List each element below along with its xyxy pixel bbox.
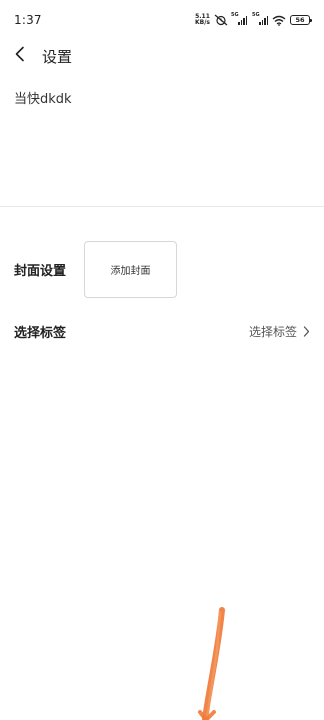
title-text: 当快dkdk bbox=[14, 92, 72, 107]
back-button[interactable] bbox=[2, 40, 38, 72]
status-bar: 1:37 5.11 KB/s 5G 5G 56 bbox=[0, 0, 324, 40]
battery-level: 56 bbox=[295, 16, 305, 24]
page-title: 设置 bbox=[42, 47, 73, 66]
cover-settings-label: 封面设置 bbox=[14, 263, 67, 279]
network-tag: 5G bbox=[252, 12, 260, 18]
network-tag: 5G bbox=[231, 12, 239, 18]
add-cover-label: 添加封面 bbox=[110, 265, 151, 277]
alarm-off-icon bbox=[214, 11, 228, 30]
signal-icon: 5G bbox=[252, 12, 268, 25]
battery-icon: 56 bbox=[290, 15, 312, 25]
add-cover-button[interactable]: 添加封面 bbox=[84, 240, 177, 298]
title-text-area[interactable]: 当快dkdk bbox=[14, 88, 310, 198]
divider bbox=[0, 206, 324, 207]
select-tags-label: 选择标签 bbox=[14, 325, 67, 341]
chevron-left-icon bbox=[14, 46, 26, 66]
cover-settings-row: 封面设置 添加封面 bbox=[14, 240, 314, 298]
select-tags-button[interactable]: 选择标签 bbox=[249, 322, 310, 341]
status-icons: 5.11 KB/s 5G 5G 56 bbox=[195, 11, 312, 30]
chevron-right-icon bbox=[303, 322, 310, 341]
signal-icon: 5G bbox=[231, 12, 247, 25]
network-speed: 5.11 KB/s bbox=[195, 14, 210, 26]
select-tags-row[interactable]: 选择标签 选择标签 bbox=[14, 320, 310, 342]
select-tags-action-label: 选择标签 bbox=[248, 324, 297, 339]
settings-screen: 1:37 5.11 KB/s 5G 5G 56 设置 当快dkdk 封面设置 添… bbox=[0, 0, 324, 720]
page-header: 设置 bbox=[0, 40, 324, 72]
status-time: 1:37 bbox=[14, 13, 42, 27]
network-speed-unit: KB/s bbox=[195, 19, 210, 26]
wifi-icon bbox=[272, 11, 286, 30]
